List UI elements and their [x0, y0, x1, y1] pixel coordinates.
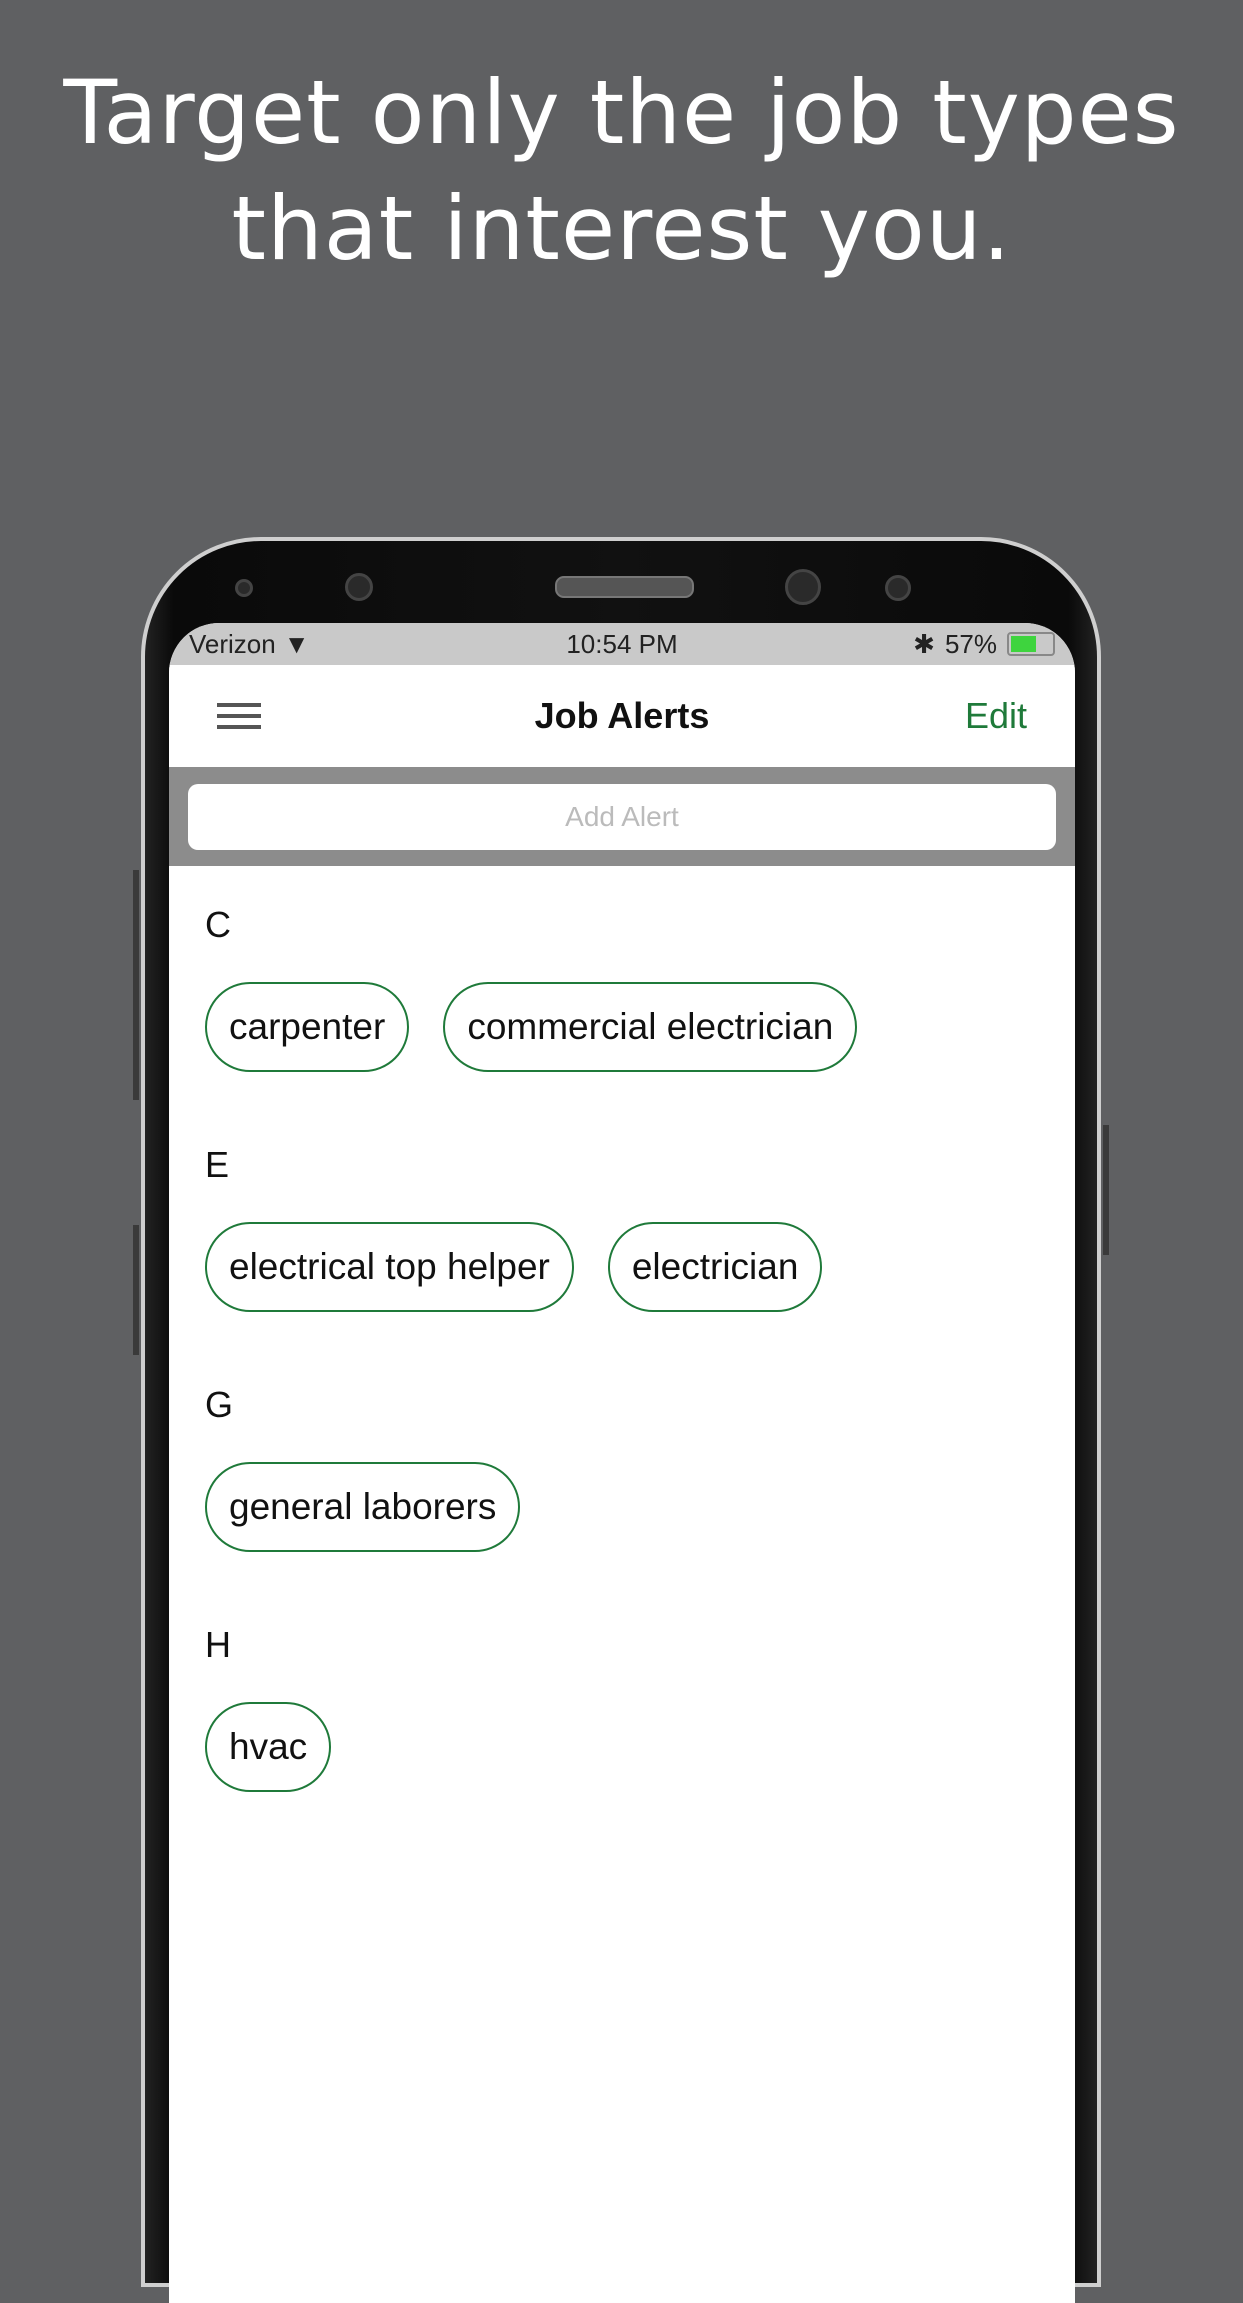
- speaker-grille: [555, 576, 694, 598]
- battery-icon: [1007, 632, 1055, 656]
- chip-group: electrical top helper electrician: [205, 1222, 1075, 1312]
- nav-bar: Job Alerts Edit: [169, 665, 1075, 767]
- hamburger-menu-icon[interactable]: [217, 703, 261, 729]
- sensor-icon: [235, 579, 253, 597]
- front-camera-icon: [345, 573, 373, 601]
- alerts-list: Ccarpenter commercial electrician Eelectri…: [169, 866, 1075, 1864]
- section-letter: G: [205, 1384, 234, 1425]
- job-alert-chip[interactable]: electrical top helper: [205, 1222, 574, 1312]
- volume-button: [133, 870, 139, 1100]
- section-h: Hhvac: [205, 1624, 1075, 1864]
- job-alert-chip[interactable]: general laborers: [205, 1462, 521, 1552]
- headline: Target only the job types that interest …: [0, 55, 1243, 287]
- job-alert-chip[interactable]: commercial electrician: [443, 982, 858, 1072]
- iris-camera-icon: [785, 569, 821, 605]
- status-time: 10:54 PM: [566, 628, 678, 659]
- power-button: [1103, 1125, 1109, 1255]
- job-alert-chip[interactable]: electrician: [607, 1222, 823, 1312]
- section-letter: H: [205, 1624, 231, 1665]
- phone-frame: Verizon ▼ 10:54 PM ✱ 57% Job Alerts Edit…: [141, 537, 1101, 2303]
- chip-group: general laborers: [205, 1462, 1075, 1552]
- section-e: Eelectrical top helper electrician: [205, 1144, 1075, 1384]
- headline-line-2: that interest you.: [231, 177, 1012, 280]
- section-letter: C: [205, 904, 231, 945]
- page-title: Job Alerts: [534, 695, 710, 736]
- section-c: Ccarpenter commercial electrician: [205, 904, 1075, 1144]
- job-alert-chip[interactable]: hvac: [205, 1702, 332, 1792]
- chip-group: hvac: [205, 1702, 1075, 1792]
- headline-line-1: Target only the job types: [63, 61, 1180, 164]
- chip-group: carpenter commercial electrician: [205, 982, 1075, 1072]
- add-alert-bar: [169, 767, 1075, 866]
- add-alert-input[interactable]: [188, 783, 1056, 850]
- sensor-icon: [885, 575, 911, 601]
- job-alert-chip[interactable]: carpenter: [205, 982, 410, 1072]
- edit-button[interactable]: Edit: [965, 695, 1027, 737]
- status-bar: Verizon ▼ 10:54 PM ✱ 57%: [169, 623, 1075, 665]
- screen: Verizon ▼ 10:54 PM ✱ 57% Job Alerts Edit…: [169, 623, 1075, 2303]
- section-letter: E: [205, 1144, 230, 1185]
- bixby-button: [133, 1225, 139, 1355]
- section-g: Ggeneral laborers: [205, 1384, 1075, 1624]
